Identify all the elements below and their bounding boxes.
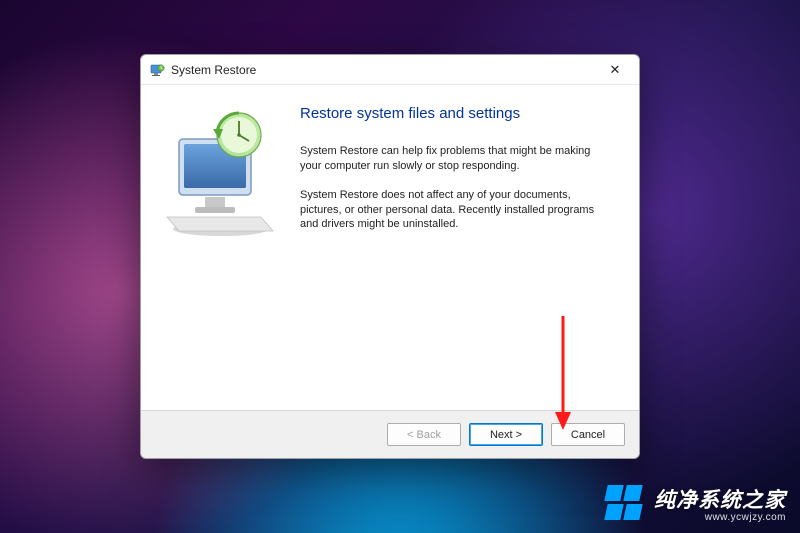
dialog-title: System Restore xyxy=(171,63,597,77)
titlebar: System Restore ✕ xyxy=(141,55,639,85)
dialog-content: Restore system files and settings System… xyxy=(141,85,639,410)
page-heading: Restore system files and settings xyxy=(300,105,617,122)
wizard-graphic xyxy=(141,85,296,410)
next-button[interactable]: Next > xyxy=(469,423,543,446)
close-button[interactable]: ✕ xyxy=(597,59,633,81)
back-button: < Back xyxy=(387,423,461,446)
watermark-logo-icon xyxy=(606,485,644,523)
wizard-main: Restore system files and settings System… xyxy=(296,85,639,410)
desktop-background: System Restore ✕ xyxy=(0,0,800,533)
dialog-footer: < Back Next > Cancel xyxy=(141,410,639,458)
cancel-button[interactable]: Cancel xyxy=(551,423,625,446)
system-restore-dialog: System Restore ✕ xyxy=(140,54,640,459)
watermark: 纯净系统之家 www.ycwjzy.com xyxy=(606,484,786,523)
watermark-brand: 纯净系统之家 xyxy=(654,484,786,514)
description-paragraph-1: System Restore can help fix problems tha… xyxy=(300,144,600,174)
description-paragraph-2: System Restore does not affect any of yo… xyxy=(300,188,600,233)
watermark-domain: www.ycwjzy.com xyxy=(705,512,786,523)
system-restore-icon xyxy=(149,62,165,78)
